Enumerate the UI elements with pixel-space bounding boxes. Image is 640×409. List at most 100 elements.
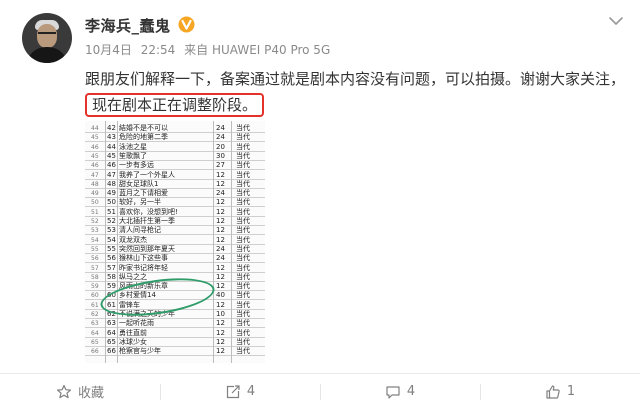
table-row: 45 45 笙歌飘了 30 当代 (85, 152, 265, 161)
table-cell: 12 (216, 179, 225, 188)
comment-icon (386, 385, 400, 399)
table-cell: 58 (107, 272, 116, 281)
table-cell: 当代 (236, 179, 250, 188)
table-cell: 甜女足球队1 (119, 179, 159, 188)
table-cell: 12 (216, 319, 225, 328)
comment-count: 4 (406, 384, 416, 399)
table-cell: 冰球少女 (119, 337, 147, 346)
verified-badge-icon (178, 16, 195, 33)
table-cell: 突然回到那年夏天 (119, 244, 175, 253)
post-image[interactable]: 44 42 結婚不是不可以 24 当代 45 43 危险的地第二季 24 当代 46 44 泳池之星 20… (85, 121, 265, 363)
table-cell: 結婚不是不可以 (119, 124, 168, 132)
favorite-label: 收藏 (77, 386, 104, 401)
table-cell: 当代 (236, 189, 250, 198)
weibo-post: 李海兵_蠢鬼 10月4日 22:54 来自 HUAWEI P40 Pro 5G … (0, 0, 640, 409)
comment-button[interactable]: 4 (320, 374, 480, 409)
table-cell: 50 (91, 199, 99, 207)
table-cell: 一起听花雨 (119, 319, 154, 328)
table-cell: 我养了一个外星人 (119, 170, 175, 179)
table-cell: 47 (91, 171, 99, 179)
table-cell: 51 (91, 208, 99, 216)
table-cell: 55 (107, 244, 116, 253)
table-cell: 当代 (236, 124, 250, 132)
table-cell: 54 (91, 236, 99, 244)
table-cell: 46 (107, 161, 116, 170)
table-cell: 当代 (236, 244, 250, 253)
table-cell: 当代 (236, 161, 250, 170)
table-row: 50 50 软好，另一半 12 当代 (85, 198, 265, 208)
chevron-down-icon[interactable] (607, 14, 625, 28)
post-source: 来自 HUAWEI P40 Pro 5G (184, 43, 331, 57)
post-meta: 10月4日 22:54 来自 HUAWEI P40 Pro 5G (85, 41, 335, 58)
star-icon (56, 384, 72, 398)
repost-count: 4 (246, 384, 256, 399)
table-cell: 危险的地第二季 (119, 133, 168, 142)
table-row: 65 65 冰球少女 12 当代 (85, 338, 265, 347)
username[interactable]: 李海兵_蠢鬼 (85, 15, 171, 36)
table-cell: 24 (216, 189, 225, 198)
highlighted-text: 现在剧本正在调整阶段。 (85, 93, 265, 117)
table-cell: 勇往直前 (119, 328, 147, 337)
table-cell: 12 (216, 226, 225, 235)
table-cell: 12 (216, 170, 225, 179)
table-row: 64 64 勇往直前 12 当代 (85, 329, 265, 338)
table-cell: 当代 (236, 151, 250, 160)
table-cell: 43 (107, 133, 116, 142)
table-cell: 48 (91, 180, 99, 188)
table-cell: 当代 (236, 282, 250, 291)
table-cell: 53 (107, 226, 116, 235)
table-row: 53 53 清人间寻枪记 12 当代 (85, 226, 265, 236)
table-cell: 62 (91, 311, 99, 318)
table-cell: 12 (216, 328, 225, 337)
table-cell: 44 (107, 142, 116, 151)
table-cell: 猴林山下这些事 (119, 254, 168, 263)
favorite-button[interactable]: 收藏 (0, 374, 160, 409)
table-cell: 63 (91, 320, 99, 328)
table-cell: 蓝月之下请相爱 (119, 189, 168, 198)
table-cell: 64 (91, 329, 99, 337)
table-cell: 64 (107, 328, 116, 337)
table-cell: 65 (107, 337, 116, 346)
table-row: 47 47 我养了一个外星人 12 当代 (85, 171, 265, 180)
table-cell: 当代 (236, 319, 250, 328)
like-count: 1 (566, 384, 576, 399)
table-cell: 56 (107, 254, 116, 263)
table-cell: 喜欢你，没想到吧! (119, 207, 178, 216)
table-cell: 当代 (236, 291, 250, 300)
table-cell: 24 (216, 244, 225, 253)
table-cell: 当代 (236, 217, 250, 225)
table-cell: 54 (107, 235, 116, 244)
table-cell: 56 (91, 255, 99, 263)
table-cell: 12 (216, 347, 225, 356)
table-cell: 58 (91, 273, 99, 281)
post-date[interactable]: 10月4日 (85, 43, 132, 57)
table-cell: 53 (91, 227, 99, 235)
table-cell: 42 (107, 124, 116, 132)
table-cell: 24 (216, 254, 225, 263)
table-cell: 66 (91, 348, 99, 356)
table-cell: 12 (216, 337, 225, 346)
like-button[interactable]: 1 (480, 374, 640, 409)
table-cell: 当代 (236, 170, 250, 179)
repost-button[interactable]: 4 (160, 374, 320, 409)
post-time[interactable]: 22:54 (141, 43, 176, 57)
table-cell: 66 (107, 347, 116, 356)
table-cell: 当代 (236, 207, 250, 216)
table-cell: 45 (107, 151, 116, 160)
table-cell: 双龙双杰 (119, 235, 147, 244)
table-cell: 30 (216, 151, 225, 160)
table-cell: 大北插扦生第一季 (119, 217, 175, 225)
table-row: 45 43 危险的地第二季 24 当代 (85, 133, 265, 143)
table-cell: 当代 (236, 310, 250, 318)
table-cell: 44 (91, 125, 99, 132)
table-cell: 枪察官与少年 (119, 347, 161, 356)
table-row: 66 66 枪察官与少年 12 当代 (85, 347, 265, 357)
table-row: 52 52 大北插扦生第一季 12 当代 (85, 217, 265, 226)
table-row: 56 56 猴林山下这些事 24 当代 (85, 254, 265, 264)
table-cell: 笙歌飘了 (119, 151, 147, 160)
table-cell: 当代 (236, 272, 250, 281)
avatar[interactable] (22, 13, 72, 63)
table-cell: 10 (216, 310, 225, 318)
thumbs-up-icon (546, 384, 560, 399)
table-cell: 52 (107, 217, 116, 225)
